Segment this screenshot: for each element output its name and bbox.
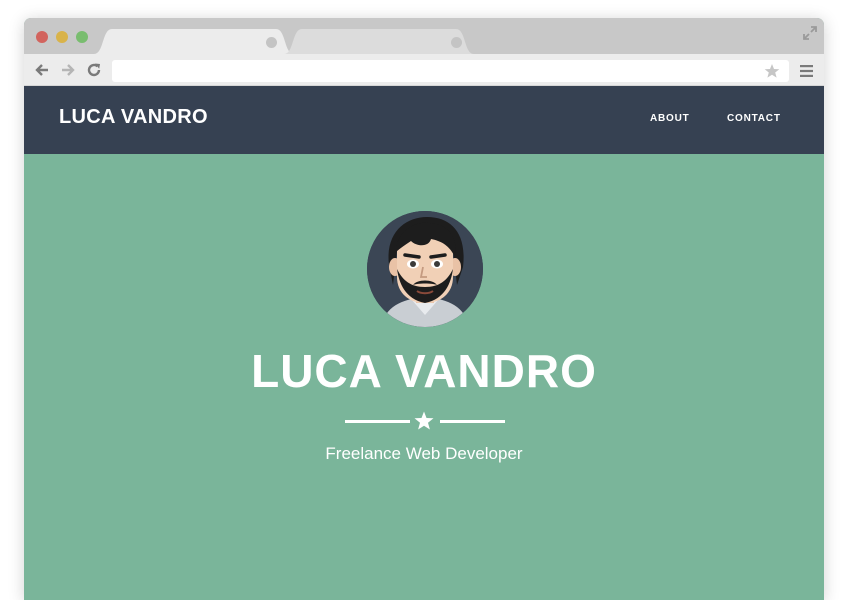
- minimize-window-button[interactable]: [56, 31, 68, 43]
- maximize-window-button[interactable]: [76, 31, 88, 43]
- site-navbar: LUCA VANDRO ABOUT CONTACT: [24, 86, 824, 154]
- nav-link-about[interactable]: ABOUT: [650, 113, 690, 124]
- hero-subtitle: Freelance Web Developer: [325, 444, 523, 463]
- divider-line: [440, 420, 505, 423]
- brand-logo-link[interactable]: LUCA VANDRO: [59, 106, 208, 129]
- avatar: [367, 211, 483, 327]
- tab-close-icon[interactable]: [451, 37, 462, 48]
- screenshot-stage: LUCA VANDRO ABOUT CONTACT LUCA VANDRO Fr…: [0, 0, 848, 600]
- menu-icon[interactable]: [800, 65, 813, 77]
- tab-close-icon[interactable]: [266, 37, 277, 48]
- tab-shape: [284, 29, 474, 54]
- reload-icon[interactable]: [86, 62, 102, 78]
- divider-line: [345, 420, 410, 423]
- hero-title: LUCA VANDRO: [251, 345, 597, 397]
- forward-arrow-icon[interactable]: [60, 62, 76, 78]
- nav-link-contact[interactable]: CONTACT: [727, 113, 781, 124]
- browser-toolbar: [24, 54, 824, 86]
- hero-section: LUCA VANDRO Freelance Web Developer: [24, 154, 824, 600]
- star-icon: [414, 411, 434, 430]
- browser-titlebar: [24, 18, 824, 54]
- address-bar[interactable]: [112, 60, 789, 82]
- back-arrow-icon[interactable]: [34, 62, 50, 78]
- expand-icon[interactable]: [803, 26, 817, 40]
- close-window-button[interactable]: [36, 31, 48, 43]
- tab-shape: [94, 29, 294, 54]
- browser-tab-active[interactable]: [94, 29, 294, 54]
- browser-tab-inactive[interactable]: [284, 29, 474, 54]
- avatar-illustration: [367, 211, 483, 327]
- bookmark-star-icon[interactable]: [764, 63, 780, 79]
- browser-window: LUCA VANDRO ABOUT CONTACT LUCA VANDRO Fr…: [24, 18, 824, 600]
